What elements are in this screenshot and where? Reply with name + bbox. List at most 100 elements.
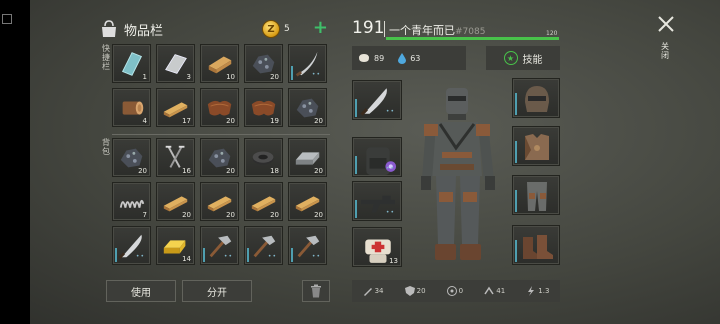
- item-count: 20: [182, 211, 191, 219]
- durability-dots: ••: [385, 209, 395, 216]
- stat-value: 34: [374, 287, 384, 295]
- add-coin-button[interactable]: +: [313, 19, 328, 37]
- backpack-grid: 20 16 20 18 20 7 20 20 20 20 •• 14 •• •• ••: [112, 138, 327, 265]
- combat-stat: 34: [363, 286, 384, 296]
- close-icon[interactable]: [656, 14, 676, 34]
- survival-stats: 89 63: [352, 46, 466, 70]
- item-count: 20: [270, 73, 279, 81]
- backpack-slot[interactable]: 7: [112, 182, 151, 221]
- item-count: 13: [389, 257, 398, 265]
- player-id: #7085: [455, 27, 486, 37]
- durability-bar: [247, 248, 249, 262]
- quickbar-slot[interactable]: 10: [200, 44, 239, 83]
- durability-bar: [355, 156, 357, 174]
- weapon-slot[interactable]: ••: [352, 80, 402, 120]
- durability-bar: [291, 248, 293, 262]
- durability-bar: [515, 240, 517, 262]
- quickbar-label: 快捷栏: [102, 44, 110, 71]
- backpack-slot[interactable]: 20: [200, 182, 239, 221]
- boots-slot[interactable]: [512, 225, 560, 265]
- backpack-slot[interactable]: 16: [156, 138, 195, 177]
- quickbar-slot[interactable]: 19: [244, 88, 283, 127]
- split-button[interactable]: 分开: [182, 280, 252, 302]
- backpack-slot[interactable]: ••: [200, 226, 239, 265]
- durability-bar: [291, 66, 293, 80]
- close-label[interactable]: 关闭: [661, 42, 671, 60]
- backpack-slot[interactable]: 20: [244, 182, 283, 221]
- item-count: 18: [270, 167, 279, 175]
- durability-dots: ••: [311, 71, 321, 78]
- combat-stats: 34 20 0 41 1.3: [352, 280, 560, 302]
- backpack-slot[interactable]: 20: [112, 138, 151, 177]
- chest-slot[interactable]: [512, 126, 560, 166]
- backpack-slot[interactable]: 20: [288, 138, 327, 177]
- item-count: 16: [182, 167, 191, 175]
- item-count: 19: [270, 117, 279, 125]
- player-level: 191: [352, 18, 385, 38]
- character-model: [421, 88, 495, 260]
- player-name: 一个青年而已: [389, 24, 455, 37]
- sword-icon: [363, 288, 372, 296]
- quickbar-slot[interactable]: 20: [244, 44, 283, 83]
- combat-stat: 1.3: [526, 286, 549, 296]
- quickbar-slot[interactable]: 17: [156, 88, 195, 127]
- quickbar-grid: 1 3 10 20 •• 4 17 20 19 20: [112, 44, 327, 127]
- player-name-line: 一个青年而已#7085: [389, 22, 485, 38]
- quickbar-slot[interactable]: ••: [288, 44, 327, 83]
- durability-bar: [355, 99, 357, 117]
- inventory-title: 物品栏: [124, 23, 164, 39]
- inventory-header: 物品栏: [100, 16, 163, 42]
- left-letterbox: [0, 0, 30, 324]
- leg-armor-icon: [527, 182, 547, 211]
- item-count: 4: [142, 117, 147, 125]
- durability-bar: [515, 190, 517, 212]
- food-icon: [359, 54, 369, 62]
- helmet-icon: [525, 86, 549, 112]
- item-count: 20: [138, 167, 147, 175]
- backpack-slot[interactable]: ••: [112, 226, 151, 265]
- trash-button[interactable]: [302, 280, 330, 302]
- bag-icon: [102, 20, 116, 37]
- item-count: 20: [314, 117, 323, 125]
- quickbar-slot[interactable]: 20: [288, 88, 327, 127]
- durability-bar: [515, 141, 517, 163]
- backpack-slot[interactable]: 18: [244, 138, 283, 177]
- item-count: 20: [314, 211, 323, 219]
- item-count: 14: [182, 255, 191, 263]
- backpack-slot[interactable]: ••: [288, 226, 327, 265]
- trash-icon: [311, 284, 321, 298]
- backpack-slot[interactable]: ••: [244, 226, 283, 265]
- backpack-slot[interactable]: 14: [156, 226, 195, 265]
- use-button[interactable]: 使用: [106, 280, 176, 302]
- helmet-slot[interactable]: [512, 78, 560, 118]
- backpack-slot[interactable]: 20: [156, 182, 195, 221]
- skills-button[interactable]: ★ 技能: [486, 46, 560, 70]
- durability-dots: ••: [135, 253, 145, 260]
- backpack-slot[interactable]: 20: [200, 138, 239, 177]
- item-count: 17: [182, 117, 191, 125]
- food-value: 89: [374, 53, 385, 63]
- radiation-icon: [446, 286, 457, 296]
- backpack-slot[interactable]: 20: [288, 182, 327, 221]
- section-divider: [112, 134, 330, 135]
- durability-bar: [115, 248, 117, 262]
- quickbar-slot[interactable]: 3: [156, 44, 195, 83]
- item-count: 20: [270, 211, 279, 219]
- coin-display: Z 5 +: [262, 19, 330, 39]
- stat-value: 0: [458, 287, 464, 295]
- shield-icon: [404, 286, 415, 296]
- quickbar-slot[interactable]: 1: [112, 44, 151, 83]
- quickbar-slot[interactable]: 20: [200, 88, 239, 127]
- backpack-slot[interactable]: ••: [352, 137, 402, 177]
- item-count: 1: [142, 73, 147, 81]
- legs-slot[interactable]: [512, 175, 560, 215]
- firearm-slot[interactable]: ••: [352, 181, 402, 221]
- durability-bar: [203, 248, 205, 262]
- consumable-slot[interactable]: 13: [352, 227, 402, 267]
- combat-stat: 41: [484, 286, 505, 296]
- item-count: 10: [226, 73, 235, 81]
- screen-edge-icon: [2, 14, 12, 24]
- durability-dots: ••: [311, 253, 321, 260]
- item-count: 7: [142, 211, 147, 219]
- quickbar-slot[interactable]: 4: [112, 88, 151, 127]
